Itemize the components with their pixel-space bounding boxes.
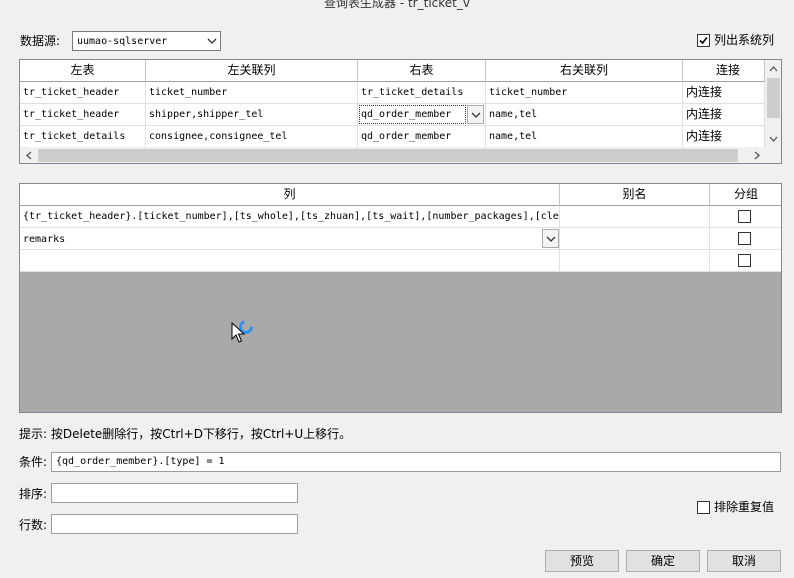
window-title: 查询表生成器 - tr_ticket_v (324, 0, 470, 10)
join-cell-left-table[interactable]: tr_ticket_header (20, 82, 146, 104)
datasource-label: 数据源: (20, 34, 61, 48)
condition-label: 条件: (19, 455, 48, 469)
column-grid: 列 别名 分组 {tr_ticket_header}.[ticket_numbe… (19, 183, 782, 413)
column-header-column[interactable]: 列 (20, 184, 560, 206)
group-checkbox[interactable] (738, 254, 751, 267)
join-cell-left-table[interactable]: tr_ticket_details (20, 126, 146, 148)
join-grid-vscroll-thumb[interactable] (767, 78, 780, 118)
datasource-value: uumao-sqlserver (77, 36, 168, 47)
column-cell-alias[interactable] (560, 206, 710, 228)
join-cell-join-type[interactable]: 内连接 (683, 104, 765, 126)
right-table-dropdown-button[interactable] (467, 105, 484, 124)
group-checkbox[interactable] (738, 210, 751, 223)
join-cell-right-cols[interactable]: name,tel (486, 104, 683, 126)
column-dropdown-button[interactable] (542, 229, 559, 248)
distinct-checkbox[interactable] (697, 501, 710, 514)
cancel-button[interactable]: 取消 (707, 550, 781, 572)
preview-button[interactable]: 预览 (545, 550, 619, 572)
datasource-select[interactable]: uumao-sqlserver (72, 31, 221, 51)
column-cell-group (710, 228, 781, 250)
show-system-columns-checkbox[interactable] (697, 34, 710, 47)
column-header-alias[interactable]: 别名 (560, 184, 710, 206)
join-cell-left-cols[interactable]: consignee,consignee_tel (146, 126, 358, 148)
join-right-table-editor-value: qd_order_member (361, 109, 452, 120)
busy-cursor-icon (231, 320, 253, 343)
condition-value: {qd_order_member}.[type] = 1 (56, 456, 225, 467)
column-cell-group (710, 206, 781, 228)
hint-text: 提示: 按Delete删除行，按Ctrl+D下移行，按Ctrl+U上移行。 (19, 427, 352, 441)
join-grid-hscroll-thumb[interactable] (38, 149, 738, 162)
distinct-label: 排除重复值 (714, 500, 775, 514)
join-grid-horizontal-scrollbar[interactable] (20, 147, 781, 163)
column-grid-empty-area (20, 272, 781, 412)
join-cell-right-cols[interactable]: name,tel (486, 126, 683, 148)
scroll-up-icon[interactable] (765, 60, 781, 77)
row-count-input[interactable] (51, 514, 298, 534)
scroll-down-icon[interactable] (765, 130, 781, 147)
group-checkbox[interactable] (738, 232, 751, 245)
join-cell-right-cols[interactable]: ticket_number (486, 82, 683, 104)
join-cell-left-table[interactable]: tr_ticket_header (20, 104, 146, 126)
column-editor-value: remarks (23, 234, 66, 245)
column-cell-expression[interactable]: {tr_ticket_header}.[ticket_number],[ts_w… (20, 206, 560, 228)
scroll-left-icon[interactable] (20, 147, 37, 163)
join-cell-right-table[interactable]: qd_order_member (358, 126, 486, 148)
sort-input[interactable] (51, 483, 298, 503)
condition-input[interactable]: {qd_order_member}.[type] = 1 (51, 452, 781, 472)
window-title-bar: 查询表生成器 - tr_ticket_v (0, 0, 794, 12)
column-cell-group (710, 250, 781, 272)
checkmark-icon (699, 36, 708, 45)
join-header-left-cols[interactable]: 左关联列 (146, 60, 358, 82)
join-header-join-type[interactable]: 连接 (683, 60, 765, 82)
join-cell-right-table[interactable]: tr_ticket_details (358, 82, 486, 104)
join-header-right-table[interactable]: 右表 (358, 60, 486, 82)
column-cell-alias[interactable] (560, 228, 710, 250)
join-cell-join-type[interactable]: 内连接 (683, 82, 765, 104)
join-header-right-cols[interactable]: 右关联列 (486, 60, 683, 82)
chevron-down-icon (471, 112, 481, 118)
ok-button[interactable]: 确定 (626, 550, 700, 572)
join-cell-left-cols[interactable]: shipper,shipper_tel (146, 104, 358, 126)
chevron-down-icon (207, 38, 217, 44)
column-header-group[interactable]: 分组 (710, 184, 781, 206)
join-header-left-table[interactable]: 左表 (20, 60, 146, 82)
column-cell-expression-editor[interactable]: remarks (20, 228, 560, 250)
show-system-columns-label: 列出系统列 (714, 33, 775, 47)
join-grid: 左表 左关联列 右表 右关联列 连接 tr_ticket_header tick… (19, 59, 782, 164)
join-cell-join-type[interactable]: 内连接 (683, 126, 765, 148)
chevron-down-icon (546, 236, 556, 242)
column-cell-alias[interactable] (560, 250, 710, 272)
join-cell-right-table-editor[interactable]: qd_order_member (358, 104, 486, 126)
join-cell-left-cols[interactable]: ticket_number (146, 82, 358, 104)
join-grid-vertical-scrollbar[interactable] (765, 60, 781, 147)
scroll-right-icon[interactable] (748, 147, 765, 163)
row-count-label: 行数: (19, 518, 48, 532)
column-cell-expression[interactable] (20, 250, 560, 272)
sort-label: 排序: (19, 487, 48, 501)
